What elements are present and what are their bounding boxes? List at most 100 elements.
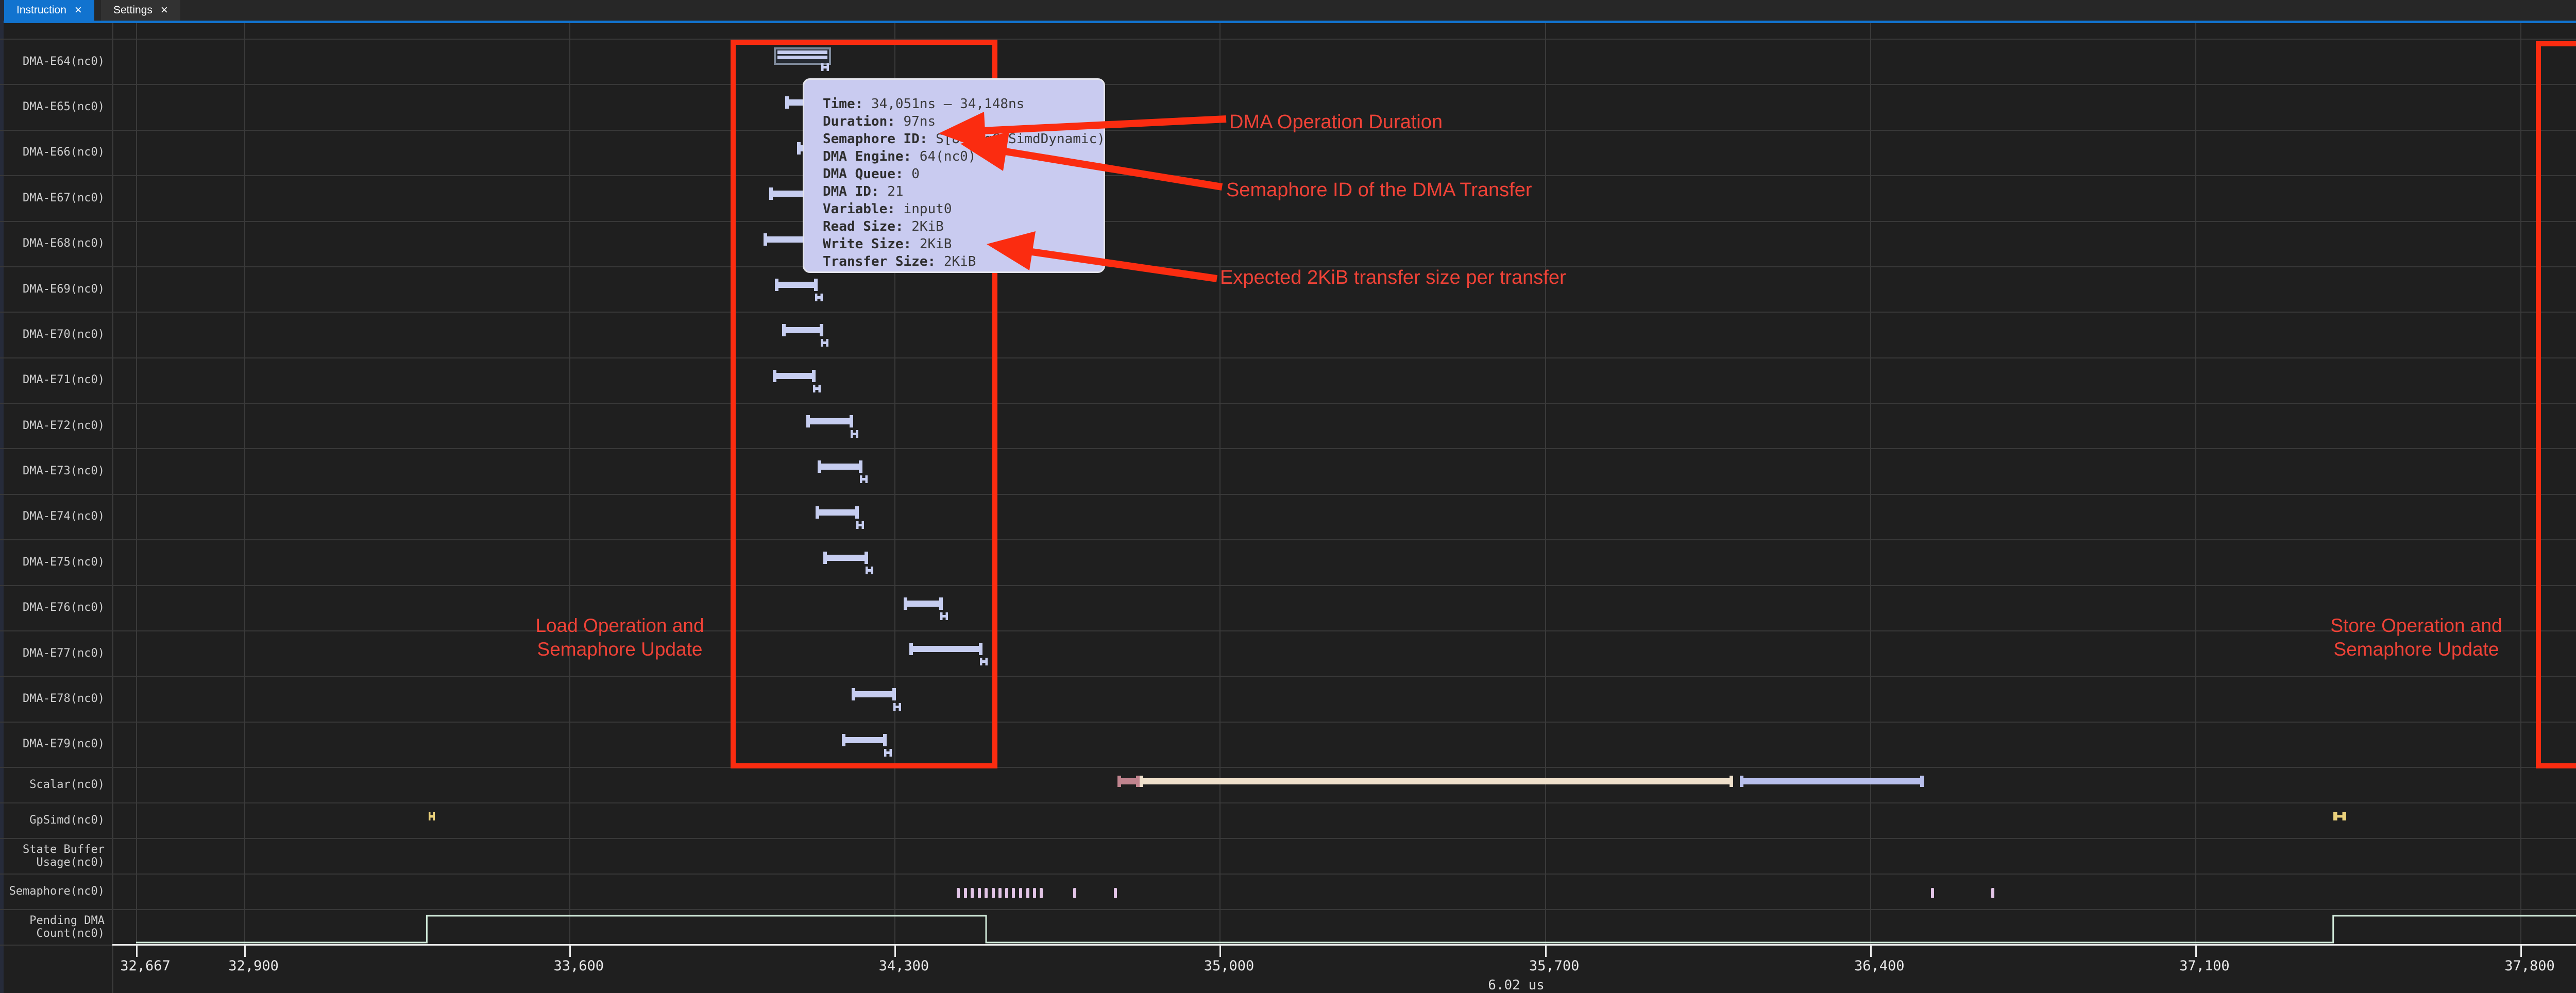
axis-tick-label: 37,800 (2504, 958, 2555, 974)
tab-close-icon[interactable]: × (161, 4, 168, 16)
row-separator (0, 874, 2576, 875)
sidebar-row-label[interactable]: DMA-E64(nc0) (4, 39, 105, 84)
semaphore-tick[interactable] (1113, 888, 1117, 898)
sidebar-row-label[interactable]: DMA-E70(nc0) (4, 312, 105, 357)
sidebar-row-label[interactable]: DMA-E77(nc0) (4, 630, 105, 676)
row-separator (0, 39, 2576, 40)
sidebar-row-label[interactable]: DMA-E76(nc0) (4, 585, 105, 630)
annotation-store: Store Operation and Semaphore Update (2330, 615, 2502, 660)
axis-tick-label: 37,100 (2179, 958, 2230, 974)
tab-underline (0, 21, 2576, 23)
semaphore-tick[interactable] (977, 888, 981, 898)
tooltip-field: DMA Engine: 64(nc0) (823, 149, 976, 164)
tooltip-field: DMA Queue: 0 (823, 166, 920, 182)
semaphore-tick[interactable] (998, 888, 1002, 898)
sidebar-row-label[interactable]: Pending DMA Count(nc0) (4, 909, 105, 945)
axis-tick (894, 946, 896, 957)
axis-tick-label: 34,300 (878, 958, 929, 974)
semaphore-tick[interactable] (1930, 888, 1934, 898)
row-separator (0, 539, 2576, 541)
gridline (1545, 23, 1546, 945)
tooltip-field: Read Size: 2KiB (823, 219, 944, 234)
semaphore-tick[interactable] (1033, 888, 1037, 898)
annotation-transfer: Expected 2KiB transfer size per transfer (1220, 267, 1566, 288)
sidebar-row-label[interactable]: Semaphore(nc0) (4, 874, 105, 909)
left-gutter (0, 0, 4, 993)
bar-part (1740, 778, 1924, 784)
axis-tick (136, 946, 138, 957)
semaphore-tick[interactable] (1026, 888, 1029, 898)
row-separator (0, 909, 2576, 910)
sidebar-row-label[interactable]: DMA-E69(nc0) (4, 266, 105, 312)
scalar-segment[interactable] (1117, 776, 1140, 787)
axis-tick-label: 35,000 (1204, 958, 1255, 974)
row-separator (0, 585, 2576, 586)
row-separator (0, 312, 2576, 313)
tab-settings[interactable]: Settings × (101, 0, 180, 21)
bar-part (1920, 776, 1924, 787)
sidebar-row-label[interactable]: DMA-E78(nc0) (4, 676, 105, 721)
axis-tick (1219, 946, 1222, 957)
semaphore-tick[interactable] (957, 888, 960, 898)
tooltip-field: Transfer Size: 2KiB (823, 254, 976, 269)
bar-part (1136, 776, 1140, 787)
tab-instruction-label: Instruction (16, 4, 66, 16)
semaphore-tick[interactable] (1991, 888, 1995, 898)
trace-viewer-window: Instruction × Settings × × Time: 34,051n… (0, 0, 2576, 993)
axis-tick-label: 35,700 (1529, 958, 1580, 974)
semaphore-tick[interactable] (1005, 888, 1008, 898)
axis-tick (1870, 946, 1872, 957)
sidebar-row-label[interactable]: DMA-E75(nc0) (4, 539, 105, 585)
gridline (136, 23, 137, 945)
row-separator (0, 403, 2576, 404)
semaphore-tick[interactable] (963, 888, 967, 898)
sidebar-row-label[interactable]: DMA-E72(nc0) (4, 403, 105, 448)
gridline (2195, 23, 2196, 945)
row-separator (0, 630, 2576, 631)
annotation-load: Load Operation and Semaphore Update (535, 615, 704, 660)
bar-part (1729, 776, 1733, 787)
sidebar-row-label[interactable]: DMA-E74(nc0) (4, 494, 105, 539)
row-separator (0, 357, 2576, 358)
semaphore-tick[interactable] (971, 888, 974, 898)
tooltip-field: DMA ID: 21 (823, 184, 904, 199)
semaphore-tick[interactable] (985, 888, 988, 898)
sidebar-row-label[interactable]: Scalar(nc0) (4, 767, 105, 802)
tab-close-icon[interactable]: × (75, 4, 82, 16)
tab-settings-label: Settings (113, 4, 152, 16)
semaphore-tick[interactable] (1039, 888, 1043, 898)
sidebar-row-label[interactable]: GpSimd(nc0) (4, 802, 105, 838)
scalar-segment[interactable] (1740, 776, 1924, 787)
gpsimd-marker[interactable] (429, 812, 435, 820)
scalar-segment[interactable] (1140, 776, 1733, 787)
row-separator (0, 493, 2576, 495)
semaphore-tick[interactable] (1019, 888, 1022, 898)
sidebar-row-label[interactable]: DMA-E68(nc0) (4, 221, 105, 266)
dma-tooltip: Time: 34,051ns – 34,148ns Duration: 97ns S… (803, 78, 1105, 273)
gridline (569, 23, 571, 945)
row-separator (0, 84, 2576, 85)
sidebar-row-label[interactable]: DMA-E66(nc0) (4, 130, 105, 175)
sidebar-row-label[interactable]: State Buffer Usage(nc0) (4, 838, 105, 874)
axis-tick-label: 33,600 (553, 958, 604, 974)
row-separator (0, 767, 2576, 768)
tooltip-field: Semaphore ID: S[8] (qGpSimdDynamic) (823, 131, 1105, 147)
bar-part (1140, 778, 1733, 784)
store-highlight-rect (2536, 41, 2576, 768)
semaphore-tick[interactable] (991, 888, 995, 898)
sidebar-row-label[interactable]: DMA-E67(nc0) (4, 175, 105, 220)
sidebar-row-label[interactable]: DMA-E79(nc0) (4, 722, 105, 767)
axis-tick-label: 36,400 (1854, 958, 1905, 974)
tooltip-field: Write Size: 2KiB (823, 236, 952, 252)
sidebar-row-label[interactable]: DMA-E65(nc0) (4, 84, 105, 129)
row-separator (0, 220, 2576, 222)
semaphore-tick[interactable] (1073, 888, 1076, 898)
gpsimd-marker[interactable] (2333, 812, 2346, 820)
axis-tick (1545, 946, 1547, 957)
sidebar-row-label[interactable]: DMA-E73(nc0) (4, 448, 105, 493)
gridline (244, 23, 246, 945)
tab-instruction[interactable]: Instruction × (4, 0, 94, 21)
semaphore-tick[interactable] (1012, 888, 1015, 898)
row-separator (0, 721, 2576, 723)
sidebar-row-label[interactable]: DMA-E71(nc0) (4, 357, 105, 403)
